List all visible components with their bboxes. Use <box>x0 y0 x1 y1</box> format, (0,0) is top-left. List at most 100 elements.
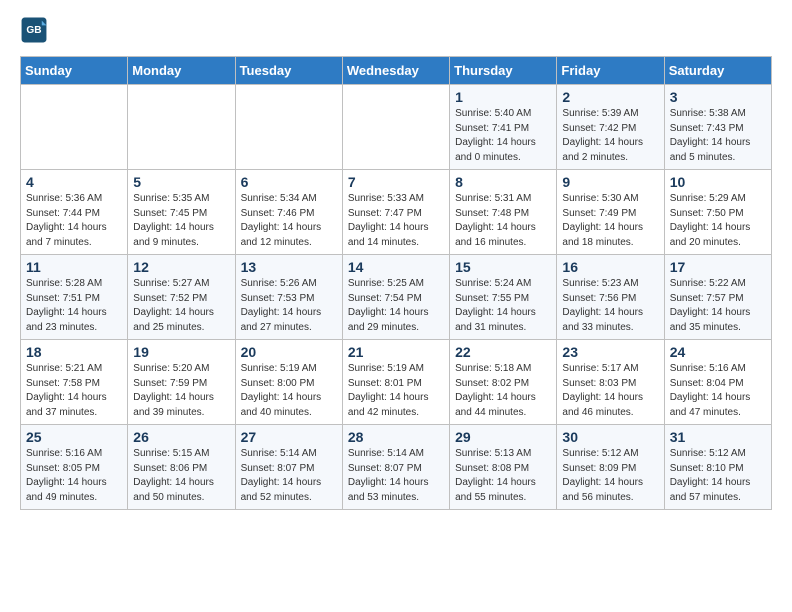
logo-icon: GB <box>20 16 48 44</box>
day-info: Sunrise: 5:16 AMSunset: 8:04 PMDaylight:… <box>670 362 766 420</box>
calendar-cell: 10 Sunrise: 5:29 AMSunset: 7:50 PMDayligh… <box>664 170 771 255</box>
calendar-cell: 5 Sunrise: 5:35 AMSunset: 7:45 PMDaylight… <box>128 170 235 255</box>
day-info: Sunrise: 5:22 AMSunset: 7:57 PMDaylight:… <box>670 277 766 335</box>
day-number: 7 <box>348 174 444 190</box>
day-number: 26 <box>133 429 229 445</box>
calendar-cell: 20 Sunrise: 5:19 AMSunset: 8:00 PMDayligh… <box>235 340 342 425</box>
day-info: Sunrise: 5:12 AMSunset: 8:09 PMDaylight:… <box>562 447 658 505</box>
day-info: Sunrise: 5:39 AMSunset: 7:42 PMDaylight:… <box>562 107 658 165</box>
day-info: Sunrise: 5:40 AMSunset: 7:41 PMDaylight:… <box>455 107 551 165</box>
day-number: 16 <box>562 259 658 275</box>
svg-text:GB: GB <box>26 25 41 36</box>
weekday-header-friday: Friday <box>557 57 664 85</box>
calendar-cell: 17 Sunrise: 5:22 AMSunset: 7:57 PMDayligh… <box>664 255 771 340</box>
calendar-cell: 15 Sunrise: 5:24 AMSunset: 7:55 PMDayligh… <box>450 255 557 340</box>
calendar-page: GB SundayMondayTuesdayWednesdayThursdayF… <box>0 0 792 526</box>
calendar-cell <box>235 85 342 170</box>
day-number: 24 <box>670 344 766 360</box>
calendar-table: SundayMondayTuesdayWednesdayThursdayFrid… <box>20 56 772 510</box>
day-info: Sunrise: 5:33 AMSunset: 7:47 PMDaylight:… <box>348 192 444 250</box>
day-info: Sunrise: 5:14 AMSunset: 8:07 PMDaylight:… <box>241 447 337 505</box>
day-number: 9 <box>562 174 658 190</box>
calendar-cell: 24 Sunrise: 5:16 AMSunset: 8:04 PMDayligh… <box>664 340 771 425</box>
day-info: Sunrise: 5:27 AMSunset: 7:52 PMDaylight:… <box>133 277 229 335</box>
calendar-week-row: 25Sunrise: 5:16 AMSunset: 8:05 PMDayligh… <box>21 425 772 510</box>
weekday-header-sunday: Sunday <box>21 57 128 85</box>
day-info: Sunrise: 5:25 AMSunset: 7:54 PMDaylight:… <box>348 277 444 335</box>
day-info: Sunrise: 5:24 AMSunset: 7:55 PMDaylight:… <box>455 277 551 335</box>
day-number: 10 <box>670 174 766 190</box>
calendar-body: 1 Sunrise: 5:40 AMSunset: 7:41 PMDaylight… <box>21 85 772 510</box>
calendar-cell: 22 Sunrise: 5:18 AMSunset: 8:02 PMDayligh… <box>450 340 557 425</box>
calendar-cell: 14 Sunrise: 5:25 AMSunset: 7:54 PMDayligh… <box>342 255 449 340</box>
calendar-cell: 1 Sunrise: 5:40 AMSunset: 7:41 PMDaylight… <box>450 85 557 170</box>
calendar-week-row: 1 Sunrise: 5:40 AMSunset: 7:41 PMDaylight… <box>21 85 772 170</box>
calendar-cell: 27 Sunrise: 5:14 AMSunset: 8:07 PMDayligh… <box>235 425 342 510</box>
calendar-week-row: 18 Sunrise: 5:21 AMSunset: 7:58 PMDayligh… <box>21 340 772 425</box>
day-number: 4 <box>26 174 122 190</box>
weekday-header-thursday: Thursday <box>450 57 557 85</box>
day-info: Sunrise: 5:23 AMSunset: 7:56 PMDaylight:… <box>562 277 658 335</box>
day-number: 3 <box>670 89 766 105</box>
calendar-cell: 4 Sunrise: 5:36 AMSunset: 7:44 PMDaylight… <box>21 170 128 255</box>
day-number: 5 <box>133 174 229 190</box>
logo: GB <box>20 16 52 44</box>
day-info: Sunrise: 5:19 AMSunset: 8:00 PMDaylight:… <box>241 362 337 420</box>
day-info: Sunrise: 5:29 AMSunset: 7:50 PMDaylight:… <box>670 192 766 250</box>
day-number: 6 <box>241 174 337 190</box>
day-number: 11 <box>26 259 122 275</box>
day-number: 18 <box>26 344 122 360</box>
day-info: Sunrise: 5:12 AMSunset: 8:10 PMDaylight:… <box>670 447 766 505</box>
day-number: 8 <box>455 174 551 190</box>
calendar-week-row: 4 Sunrise: 5:36 AMSunset: 7:44 PMDaylight… <box>21 170 772 255</box>
day-info: Sunrise: 5:21 AMSunset: 7:58 PMDaylight:… <box>26 362 122 420</box>
day-number: 14 <box>348 259 444 275</box>
day-number: 29 <box>455 429 551 445</box>
day-number: 31 <box>670 429 766 445</box>
day-info: Sunrise: 5:34 AMSunset: 7:46 PMDaylight:… <box>241 192 337 250</box>
weekday-header-tuesday: Tuesday <box>235 57 342 85</box>
day-number: 12 <box>133 259 229 275</box>
day-number: 23 <box>562 344 658 360</box>
weekday-header-saturday: Saturday <box>664 57 771 85</box>
calendar-cell: 6 Sunrise: 5:34 AMSunset: 7:46 PMDaylight… <box>235 170 342 255</box>
calendar-cell: 23 Sunrise: 5:17 AMSunset: 8:03 PMDayligh… <box>557 340 664 425</box>
weekday-header-monday: Monday <box>128 57 235 85</box>
day-info: Sunrise: 5:28 AMSunset: 7:51 PMDaylight:… <box>26 277 122 335</box>
calendar-cell: 11 Sunrise: 5:28 AMSunset: 7:51 PMDayligh… <box>21 255 128 340</box>
calendar-cell <box>21 85 128 170</box>
day-number: 21 <box>348 344 444 360</box>
day-info: Sunrise: 5:36 AMSunset: 7:44 PMDaylight:… <box>26 192 122 250</box>
day-number: 19 <box>133 344 229 360</box>
calendar-cell: 16 Sunrise: 5:23 AMSunset: 7:56 PMDayligh… <box>557 255 664 340</box>
calendar-cell: 9 Sunrise: 5:30 AMSunset: 7:49 PMDaylight… <box>557 170 664 255</box>
day-info: Sunrise: 5:13 AMSunset: 8:08 PMDaylight:… <box>455 447 551 505</box>
calendar-cell: 19 Sunrise: 5:20 AMSunset: 7:59 PMDayligh… <box>128 340 235 425</box>
day-info: Sunrise: 5:30 AMSunset: 7:49 PMDaylight:… <box>562 192 658 250</box>
calendar-cell: 13Sunrise: 5:26 AMSunset: 7:53 PMDayligh… <box>235 255 342 340</box>
day-number: 30 <box>562 429 658 445</box>
day-number: 1 <box>455 89 551 105</box>
day-number: 27 <box>241 429 337 445</box>
weekday-header-wednesday: Wednesday <box>342 57 449 85</box>
calendar-cell: 3Sunrise: 5:38 AMSunset: 7:43 PMDaylight… <box>664 85 771 170</box>
calendar-cell: 8Sunrise: 5:31 AMSunset: 7:48 PMDaylight… <box>450 170 557 255</box>
day-info: Sunrise: 5:17 AMSunset: 8:03 PMDaylight:… <box>562 362 658 420</box>
day-info: Sunrise: 5:18 AMSunset: 8:02 PMDaylight:… <box>455 362 551 420</box>
day-number: 22 <box>455 344 551 360</box>
day-info: Sunrise: 5:35 AMSunset: 7:45 PMDaylight:… <box>133 192 229 250</box>
calendar-cell: 25Sunrise: 5:16 AMSunset: 8:05 PMDayligh… <box>21 425 128 510</box>
day-number: 2 <box>562 89 658 105</box>
day-number: 28 <box>348 429 444 445</box>
day-info: Sunrise: 5:20 AMSunset: 7:59 PMDaylight:… <box>133 362 229 420</box>
calendar-cell: 7 Sunrise: 5:33 AMSunset: 7:47 PMDaylight… <box>342 170 449 255</box>
day-number: 20 <box>241 344 337 360</box>
calendar-header: SundayMondayTuesdayWednesdayThursdayFrid… <box>21 57 772 85</box>
weekday-header-row: SundayMondayTuesdayWednesdayThursdayFrid… <box>21 57 772 85</box>
calendar-cell: 26 Sunrise: 5:15 AMSunset: 8:06 PMDayligh… <box>128 425 235 510</box>
calendar-week-row: 11 Sunrise: 5:28 AMSunset: 7:51 PMDayligh… <box>21 255 772 340</box>
day-number: 17 <box>670 259 766 275</box>
day-info: Sunrise: 5:15 AMSunset: 8:06 PMDaylight:… <box>133 447 229 505</box>
calendar-cell: 2 Sunrise: 5:39 AMSunset: 7:42 PMDaylight… <box>557 85 664 170</box>
day-number: 15 <box>455 259 551 275</box>
